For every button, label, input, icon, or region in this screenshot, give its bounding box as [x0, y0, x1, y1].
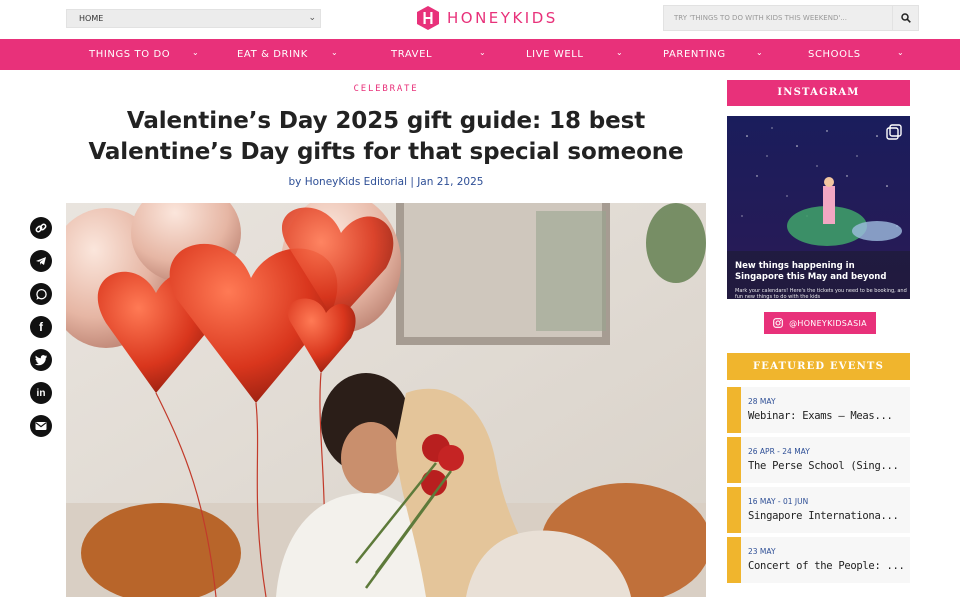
category-kicker[interactable]: CELEBRATE — [66, 84, 706, 94]
search-icon — [900, 13, 911, 23]
nav-item-eat-drink[interactable]: EAT & DRINK ⌄ — [237, 39, 338, 70]
carousel-icon — [886, 124, 902, 140]
top-bar: HOME ⌄ HONEYKIDS — [0, 0, 960, 39]
event-title: Webinar: Exams – Meas... — [748, 410, 893, 422]
share-twitter-button[interactable] — [30, 349, 52, 371]
telegram-icon — [36, 257, 46, 265]
nav-label: LIVE WELL — [526, 49, 584, 60]
nav-label: PARENTING — [663, 49, 726, 60]
share-facebook-button[interactable]: f — [30, 316, 52, 338]
hero-image — [66, 203, 706, 597]
event-date: 23 MAY — [748, 547, 776, 556]
home-select-value: HOME — [79, 14, 104, 23]
logo-text: HONEYKIDS — [447, 9, 558, 27]
event-title: Singapore Internationa... — [748, 510, 899, 522]
instagram-icon — [773, 318, 783, 328]
instagram-post[interactable]: New things happening in Singapore this M… — [727, 116, 910, 299]
event-title: Concert of the People: ... — [748, 560, 905, 572]
chevron-down-icon: ⌄ — [756, 48, 764, 57]
nav-label: SCHOOLS — [808, 49, 861, 60]
nav-label: EAT & DRINK — [237, 49, 308, 60]
share-rail: f in — [30, 217, 52, 448]
chevron-down-icon: ⌄ — [616, 48, 624, 57]
nav-label: THINGS TO DO — [89, 49, 171, 60]
chevron-down-icon: ⌄ — [308, 13, 316, 23]
twitter-icon — [35, 354, 47, 365]
nav-item-travel[interactable]: TRAVEL ⌄ — [391, 39, 486, 70]
event-card[interactable]: 26 APR - 24 MAY The Perse School (Sing..… — [727, 437, 910, 483]
instagram-post-subtitle: Mark your calendars! Here's the tickets … — [735, 288, 907, 299]
share-link-button[interactable] — [30, 217, 52, 239]
share-email-button[interactable] — [30, 415, 52, 437]
main-nav: THINGS TO DO ⌄ EAT & DRINK ⌄ TRAVEL ⌄ LI… — [0, 39, 960, 70]
nav-item-things-to-do[interactable]: THINGS TO DO ⌄ — [89, 39, 199, 70]
article-byline[interactable]: by HoneyKids Editorial | Jan 21, 2025 — [66, 176, 706, 188]
facebook-icon: f — [39, 320, 43, 334]
chevron-down-icon: ⌄ — [897, 48, 905, 57]
email-icon — [35, 422, 47, 430]
share-linkedin-button[interactable]: in — [30, 382, 52, 404]
chevron-down-icon: ⌄ — [479, 48, 487, 57]
search-button[interactable] — [892, 6, 918, 30]
link-icon — [35, 223, 47, 233]
nav-item-live-well[interactable]: LIVE WELL ⌄ — [526, 39, 623, 70]
instagram-heading: INSTAGRAM — [727, 80, 910, 106]
search-input[interactable] — [664, 6, 892, 30]
instagram-handle: @HONEYKIDSASIA — [789, 318, 867, 328]
linkedin-icon: in — [36, 387, 46, 399]
event-date: 16 MAY - 01 JUN — [748, 497, 809, 506]
hero-photo-couple-balloons — [66, 203, 706, 597]
event-card[interactable]: 28 MAY Webinar: Exams – Meas... — [727, 387, 910, 433]
event-date: 26 APR - 24 MAY — [748, 447, 810, 456]
event-title: The Perse School (Sing... — [748, 460, 899, 472]
chevron-down-icon: ⌄ — [331, 48, 339, 57]
share-telegram-button[interactable] — [30, 250, 52, 272]
search-box — [663, 5, 919, 31]
nav-item-parenting[interactable]: PARENTING ⌄ — [663, 39, 763, 70]
chevron-down-icon: ⌄ — [192, 48, 200, 57]
home-select[interactable]: HOME ⌄ — [66, 9, 321, 28]
nav-label: TRAVEL — [391, 49, 433, 60]
nav-item-schools[interactable]: SCHOOLS ⌄ — [808, 39, 904, 70]
event-card[interactable]: 23 MAY Concert of the People: ... — [727, 537, 910, 583]
article-title: Valentine’s Day 2025 gift guide: 18 best… — [88, 108, 684, 165]
event-date: 28 MAY — [748, 397, 776, 406]
event-card[interactable]: 16 MAY - 01 JUN Singapore Internationa..… — [727, 487, 910, 533]
featured-events-heading: FEATURED EVENTS — [727, 353, 910, 380]
instagram-post-title: New things happening in Singapore this M… — [735, 261, 887, 282]
whatsapp-icon — [35, 288, 47, 300]
share-whatsapp-button[interactable] — [30, 283, 52, 305]
logo-hexagon-icon — [417, 6, 439, 30]
instagram-follow-button[interactable]: @HONEYKIDSASIA — [764, 312, 876, 334]
honeykids-logo[interactable]: HONEYKIDS — [417, 6, 558, 30]
